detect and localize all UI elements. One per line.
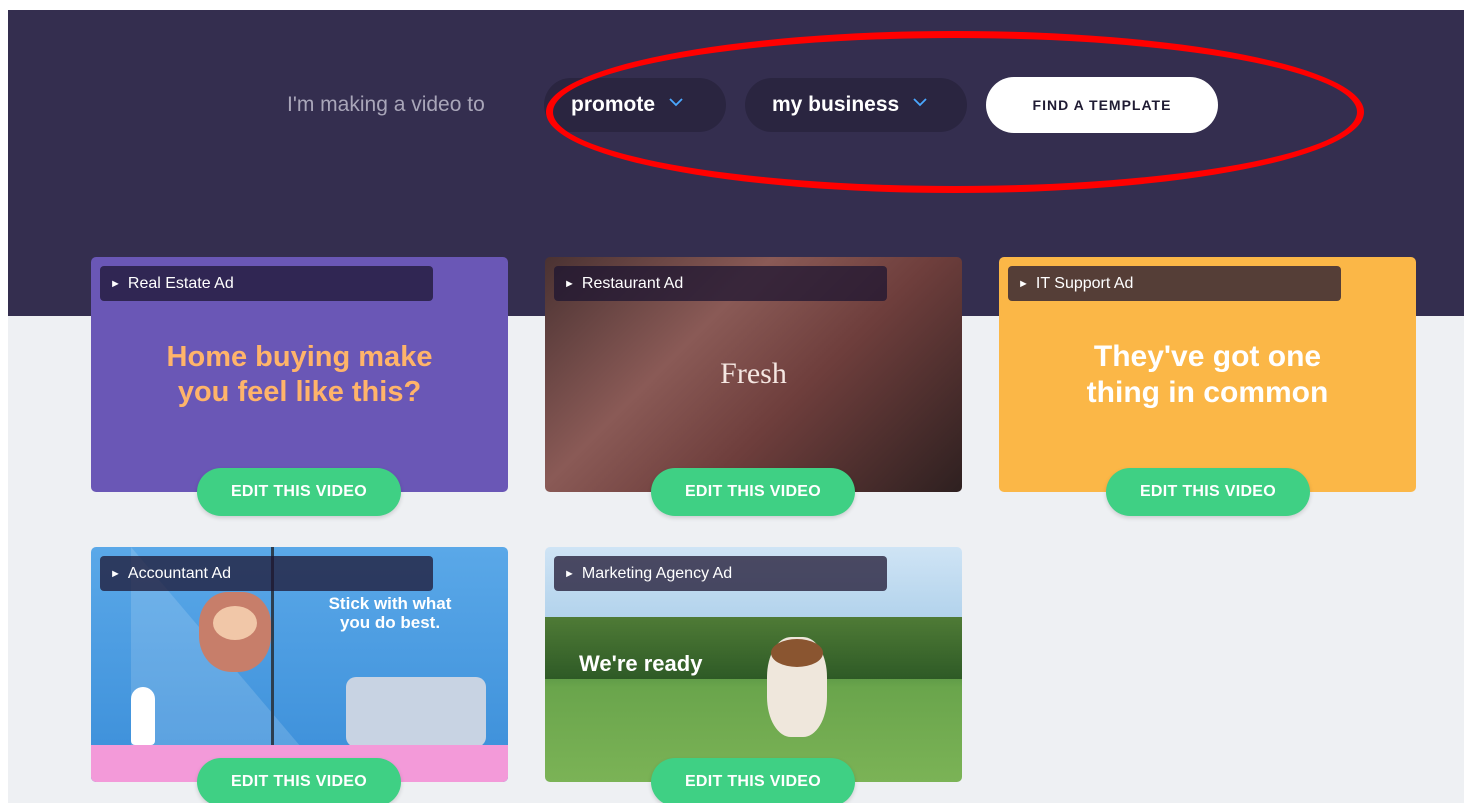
edit-video-button[interactable]: EDIT THIS VIDEO — [197, 758, 401, 803]
subject-dropdown[interactable]: my business — [745, 78, 967, 132]
template-title: IT Support Ad — [1035, 274, 1134, 292]
template-title: Real Estate Ad — [127, 274, 234, 292]
video-prompt-label: I'm making a video to — [287, 93, 485, 116]
template-title-tag: ► Real Estate Ad — [100, 266, 433, 301]
template-headline: We're ready — [579, 651, 703, 676]
template-title-tag: ► Marketing Agency Ad — [554, 556, 887, 591]
play-icon: ► — [564, 567, 575, 580]
chevron-down-icon — [913, 98, 927, 112]
play-icon: ► — [110, 277, 121, 290]
template-title-tag: ► IT Support Ad — [1008, 266, 1341, 301]
edit-video-button[interactable]: EDIT THIS VIDEO — [1106, 468, 1310, 516]
subject-dropdown-value: my business — [772, 93, 900, 116]
sloth-illustration — [199, 592, 271, 672]
template-headline: Home buying make you feel like this? — [166, 341, 433, 408]
dog-illustration — [767, 637, 827, 737]
play-icon: ► — [564, 277, 575, 290]
template-card-real-estate[interactable]: ► Real Estate Ad Home buying make you fe… — [91, 257, 508, 492]
edit-video-button[interactable]: EDIT THIS VIDEO — [651, 758, 855, 803]
template-title: Accountant Ad — [127, 564, 232, 582]
dog-head — [771, 639, 823, 667]
template-headline: Stick with what you do best. — [328, 594, 452, 632]
edit-video-button[interactable]: EDIT THIS VIDEO — [651, 468, 855, 516]
edit-video-button[interactable]: EDIT THIS VIDEO — [197, 468, 401, 516]
template-title: Restaurant Ad — [581, 274, 684, 292]
template-headline: Fresh — [720, 357, 787, 390]
purpose-dropdown[interactable]: promote — [544, 78, 726, 132]
plant-vase-illustration — [131, 687, 155, 745]
template-title-tag: ► Accountant Ad — [100, 556, 433, 591]
template-title-tag: ► Restaurant Ad — [554, 266, 887, 301]
template-card-accountant[interactable]: Stick with what you do best. ► Accountan… — [91, 547, 508, 782]
purpose-dropdown-value: promote — [571, 93, 655, 116]
play-icon: ► — [1018, 277, 1029, 290]
sloth-face — [213, 606, 257, 640]
play-icon: ► — [110, 567, 121, 580]
sofa-illustration — [346, 677, 486, 747]
template-card-restaurant[interactable]: ► Restaurant Ad Fresh — [545, 257, 962, 492]
template-headline: They've got one thing in common — [1086, 340, 1329, 409]
find-template-button[interactable]: FIND A TEMPLATE — [986, 77, 1218, 133]
template-card-marketing-agency[interactable]: We're ready ► Marketing Agency Ad — [545, 547, 962, 782]
chevron-down-icon — [669, 98, 683, 112]
template-title: Marketing Agency Ad — [581, 564, 733, 582]
template-card-it-support[interactable]: ► IT Support Ad They've got one thing in… — [999, 257, 1416, 492]
